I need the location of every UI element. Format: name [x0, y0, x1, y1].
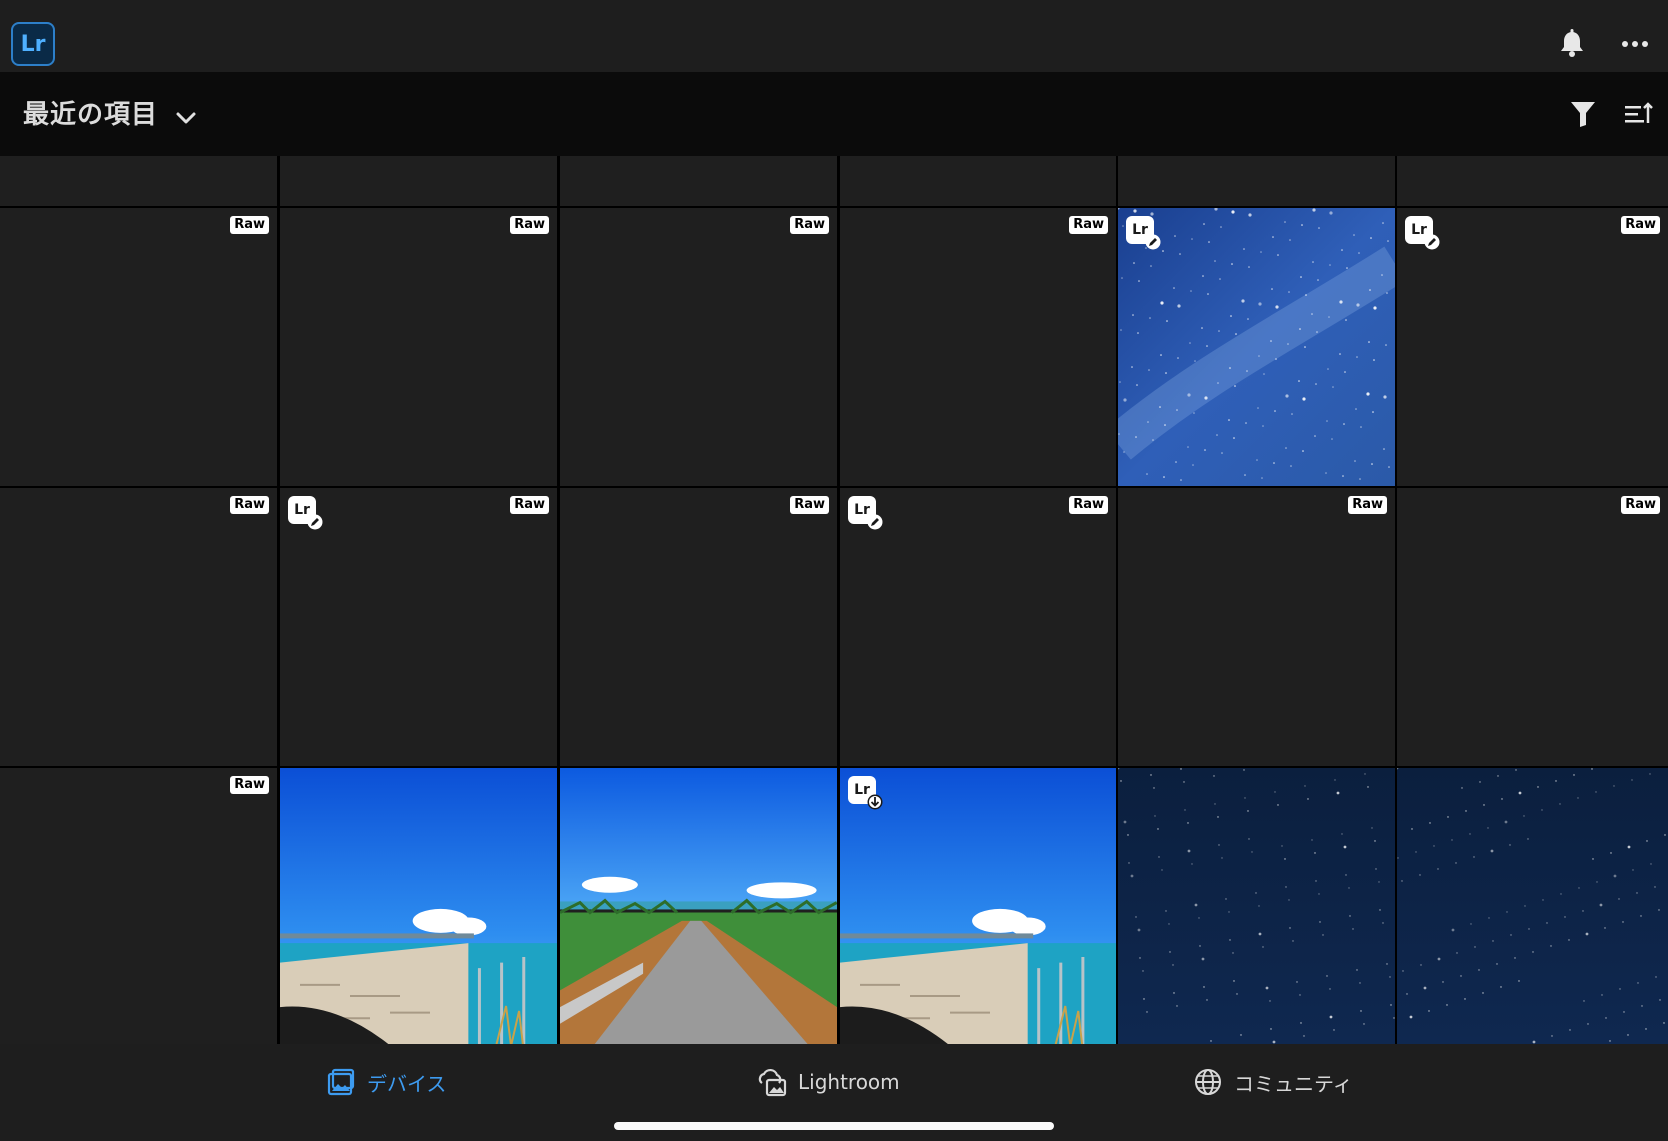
edit-pencil-icon: [1424, 234, 1440, 250]
tab-community[interactable]: コミュニティ: [1192, 1064, 1353, 1100]
photo-thumbnail[interactable]: Raw: [560, 208, 837, 486]
globe-icon: [1192, 1066, 1224, 1098]
bell-icon[interactable]: [1550, 22, 1594, 66]
tab-device-label: デバイス: [367, 1071, 447, 1096]
raw-badge: Raw: [1621, 216, 1660, 234]
tab-lightroom-label: Lightroom: [798, 1070, 900, 1094]
photo-thumbnail[interactable]: Raw Lr: [840, 488, 1116, 766]
photo-thumbnail[interactable]: [1397, 156, 1668, 206]
edit-pencil-icon: [1145, 234, 1161, 250]
photo-thumbnail[interactable]: [1118, 768, 1395, 1044]
edit-pencil-icon: [307, 514, 323, 530]
photo-image: [560, 768, 837, 1044]
raw-badge: Raw: [790, 496, 829, 514]
raw-badge: Raw: [230, 216, 269, 234]
device-photos-icon: [325, 1066, 357, 1098]
raw-badge: Raw: [790, 216, 829, 234]
bottom-tab-bar: デバイス Lightroom コミュニティ: [0, 1044, 1668, 1141]
more-icon[interactable]: [1613, 22, 1657, 66]
lr-download-badge: Lr: [848, 776, 883, 810]
photo-thumbnail[interactable]: Raw: [1397, 488, 1668, 766]
photo-thumbnail[interactable]: Raw: [560, 488, 837, 766]
raw-badge: Raw: [510, 496, 549, 514]
raw-badge: Raw: [230, 776, 269, 794]
photo-thumbnail[interactable]: [840, 156, 1116, 206]
photo-image: [280, 768, 557, 1044]
top-bar: Lr: [0, 0, 1668, 72]
raw-badge: Raw: [230, 496, 269, 514]
raw-badge: Raw: [1069, 496, 1108, 514]
photo-thumbnail[interactable]: Raw: [1118, 488, 1395, 766]
raw-badge: Raw: [1621, 496, 1660, 514]
edit-pencil-icon: [867, 514, 883, 530]
photo-thumbnail[interactable]: Lr: [840, 768, 1116, 1044]
photo-thumbnail[interactable]: Raw: [0, 208, 277, 486]
photo-image: [1397, 768, 1668, 1044]
lr-edited-badge: Lr: [1405, 216, 1440, 250]
photo-thumbnail[interactable]: Raw: [840, 208, 1116, 486]
raw-badge: Raw: [1069, 216, 1108, 234]
sort-icon[interactable]: [1620, 96, 1656, 132]
photo-thumbnail[interactable]: Raw: [0, 768, 277, 1044]
chevron-down-icon[interactable]: [172, 104, 200, 132]
tab-community-label: コミュニティ: [1234, 1071, 1353, 1096]
photo-thumbnail[interactable]: Raw: [280, 208, 557, 486]
photo-image: [1118, 768, 1395, 1044]
photo-thumbnail[interactable]: [280, 768, 557, 1044]
album-title[interactable]: 最近の項目: [23, 94, 158, 131]
download-icon: [867, 794, 883, 810]
lr-edited-badge: Lr: [1126, 216, 1161, 250]
photo-thumbnail[interactable]: Raw: [0, 488, 277, 766]
home-indicator[interactable]: [614, 1122, 1054, 1130]
tab-lightroom[interactable]: Lightroom: [756, 1064, 900, 1100]
filter-icon[interactable]: [1565, 96, 1601, 132]
raw-badge: Raw: [510, 216, 549, 234]
photo-thumbnail[interactable]: [560, 156, 837, 206]
raw-badge: Raw: [1348, 496, 1387, 514]
album-header: 最近の項目: [0, 72, 1668, 156]
photo-thumbnail[interactable]: [1118, 156, 1395, 206]
photo-thumbnail[interactable]: Raw Lr: [280, 488, 557, 766]
cloud-photos-icon: [756, 1066, 788, 1098]
photo-thumbnail[interactable]: [560, 768, 837, 1044]
photo-thumbnail[interactable]: Raw Lr: [1397, 208, 1668, 486]
photo-thumbnail[interactable]: [1397, 768, 1668, 1044]
lr-edited-badge: Lr: [288, 496, 323, 530]
photo-thumbnail[interactable]: [0, 156, 277, 206]
photo-grid: Raw Raw Raw Raw Lr Raw Lr Raw Raw Lr Raw Raw Lr Raw Ra…: [0, 156, 1668, 1044]
photo-thumbnail[interactable]: [280, 156, 557, 206]
tab-device[interactable]: デバイス: [325, 1064, 446, 1100]
lightroom-logo[interactable]: Lr: [11, 22, 55, 66]
photo-thumbnail[interactable]: Lr: [1118, 208, 1395, 486]
lr-edited-badge: Lr: [848, 496, 883, 530]
